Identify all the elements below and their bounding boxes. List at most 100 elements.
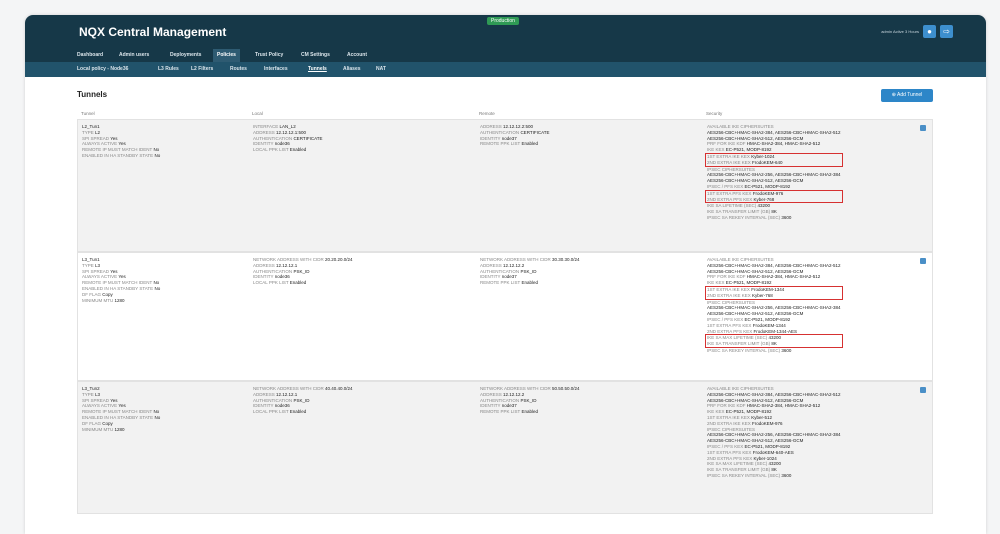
field-value: Yes: [118, 274, 126, 280]
user-icon[interactable]: ●: [923, 25, 936, 38]
tab-policies[interactable]: Policies: [213, 49, 240, 62]
field-label: NETWORK ADDRESS WITH CIDR: [480, 386, 551, 391]
field-line: MINIMUM MTU 1280: [82, 427, 160, 433]
tab-cm-settings[interactable]: CM Settings: [297, 50, 334, 60]
delete-icon[interactable]: [920, 258, 926, 264]
field-label: 1ST EXTRA IKE KEX: [707, 414, 750, 420]
field-label: ALWAYS ACTIVE: [82, 274, 118, 280]
field-value: L2_Tun1: [82, 124, 100, 129]
field-label: ENABLED IN HA STANDBY STATE: [82, 414, 154, 420]
field-line: LOCAL PPK LIST Enabled: [253, 147, 323, 153]
field-value: EC-P521, MODP-8192: [725, 147, 772, 153]
field-label: IDENTITY: [480, 135, 501, 141]
tab-local-policy[interactable]: Local policy - Node36: [75, 65, 130, 74]
tab-tunnels[interactable]: Tunnels: [306, 65, 329, 74]
field-line: REMOTE PPK LIST Enabled: [480, 141, 550, 147]
field-value: AES256-CBC+HMAC-SHA2-512, AES256-GCM: [707, 311, 804, 317]
field-value: FrodoKEM-640: [752, 159, 783, 165]
field-value: 12.12.12.2: [503, 262, 525, 268]
tab-admin-users[interactable]: Admin users: [115, 50, 153, 60]
field-value: L3: [95, 262, 101, 268]
table-row: L3_Tun1 TYPE L3 SPI SPREAD Yes ALWAYS ACTIV…: [77, 252, 933, 381]
tab-l2-filters[interactable]: L2 Filters: [189, 65, 215, 74]
field-value: Kyber-768: [753, 196, 775, 202]
field-label: IDENTITY: [253, 141, 274, 147]
highlight-box: IKE SA MAX LIFETIME (SEC) 43200 IKE SA TR…: [705, 334, 843, 348]
delete-icon[interactable]: [920, 125, 926, 131]
local-cell: NETWORK ADDRESS WITH CIDR 40.40.40.0/24 A…: [253, 386, 353, 415]
field-label: IDENTITY: [480, 274, 501, 280]
field-label: DF FLAG: [82, 291, 102, 297]
primary-nav: Dashboard Admin users Deployments Polici…: [25, 47, 986, 62]
field-label: NETWORK ADDRESS WITH CIDR: [253, 257, 324, 262]
security-cell: AVAILABLE IKE CIPHERSUITES AES256-CBC+HM…: [705, 124, 843, 221]
tab-nat[interactable]: NAT: [374, 65, 388, 74]
field-value: 1280: [114, 297, 125, 303]
field-label: TYPE: [82, 262, 94, 268]
column-header-security: Security: [706, 111, 723, 116]
delete-icon[interactable]: [920, 387, 926, 393]
field-label: PRF FOR IKE KDF: [707, 403, 746, 409]
field-label: IKE KEX: [707, 409, 725, 415]
add-tunnel-button[interactable]: ⊕ Add Tunnel: [881, 89, 933, 102]
field-value: No: [153, 409, 160, 415]
tab-routes[interactable]: Routes: [228, 65, 249, 74]
tab-trust-policy[interactable]: Trust Policy: [251, 50, 287, 60]
field-value: 3600: [781, 347, 792, 353]
tab-dashboard[interactable]: Dashboard: [73, 50, 107, 60]
field-value: Yes: [110, 397, 118, 403]
field-label: NETWORK ADDRESS WITH CIDR: [253, 386, 324, 391]
field-label: 1ST EXTRA PFS KEX: [707, 322, 752, 328]
field-value: 8K: [771, 209, 777, 215]
field-label: REMOTE IP MUST MATCH IDENT: [82, 147, 153, 153]
field-value: AES256-CBC+HMAC-SHA2-384, AES256-CBC+HMA…: [707, 391, 841, 397]
field-value: Copy: [102, 291, 113, 297]
field-value: No: [154, 414, 161, 420]
field-label: INTERFACE: [253, 124, 279, 129]
tunnel-cell: L3_Tun2 TYPE L3 SPI SPREAD Yes ALWAYS ACTIV…: [82, 386, 160, 432]
field-label: IPSEC / PFS KEX: [707, 183, 744, 189]
field-label: IDENTITY: [253, 274, 274, 280]
field-value: 12.12.12.1:500: [276, 129, 307, 135]
tab-account[interactable]: Account: [343, 50, 371, 60]
field-value: PSK_ID: [520, 268, 537, 274]
field-label: ADDRESS: [253, 391, 275, 397]
tab-deployments[interactable]: Deployments: [166, 50, 205, 60]
field-value: AES256-CBC+HMAC-SHA2-512, AES256-GCM: [707, 178, 804, 184]
field-value: FrodoKEM-1344-AES: [753, 328, 798, 334]
field-value: node37: [501, 274, 517, 280]
field-value: Yes: [118, 141, 126, 147]
field-label: IDENTITY: [253, 403, 274, 409]
field-value: 50.50.50.0/24: [552, 386, 580, 391]
field-value: EC-P521, MODP-8192: [744, 316, 791, 322]
field-label: DF FLAG: [82, 420, 102, 426]
field-label: ADDRESS: [480, 262, 502, 268]
field-label: IPSEC / PFS KEX: [707, 443, 744, 449]
field-value: HMAC-SHA2-384, HMAC-SHA2-512: [746, 141, 821, 147]
field-value: FrodoKEM-1344: [751, 286, 785, 292]
field-value: 43200: [768, 461, 782, 467]
environment-badge: Production: [487, 17, 519, 25]
field-value: LAN_L2: [279, 124, 296, 129]
tab-aliases[interactable]: Aliases: [341, 65, 363, 74]
field-label: IDENTITY: [480, 403, 501, 409]
app-header: NQX Central Management Production admin …: [25, 15, 986, 47]
field-label: SPI SPREAD: [82, 397, 110, 403]
logout-icon[interactable]: ⇨: [940, 25, 953, 38]
field-value: Enabled: [289, 280, 307, 286]
field-value: 12.12.12.1: [276, 391, 298, 397]
field-label: TYPE: [82, 391, 94, 397]
field-label: NETWORK ADDRESS WITH CIDR: [480, 257, 551, 262]
field-value: EC-P521, MODP-8192: [744, 443, 791, 449]
field-value: Enabled: [289, 147, 307, 153]
field-label: MINIMUM MTU: [82, 426, 114, 432]
field-label: SPI SPREAD: [82, 135, 110, 141]
field-value: Kyber-512: [751, 414, 772, 420]
tab-l3-rules[interactable]: L3 Rules: [156, 65, 181, 74]
field-label: IPSEC CIPHERSUITES: [707, 426, 756, 432]
field-line: 2ND EXTRA PFS KEX Kyber-768: [707, 197, 841, 203]
tab-interfaces[interactable]: Interfaces: [262, 65, 290, 74]
field-value: AES256-CBC+HMAC-SHA2-512, AES256-GCM: [707, 397, 804, 403]
field-line: IPSEC SA REKEY INTERVAL (SEC) 3600: [707, 348, 841, 354]
field-line: 2ND EXTRA IKE KEX FrodoKEM-640: [707, 160, 841, 166]
